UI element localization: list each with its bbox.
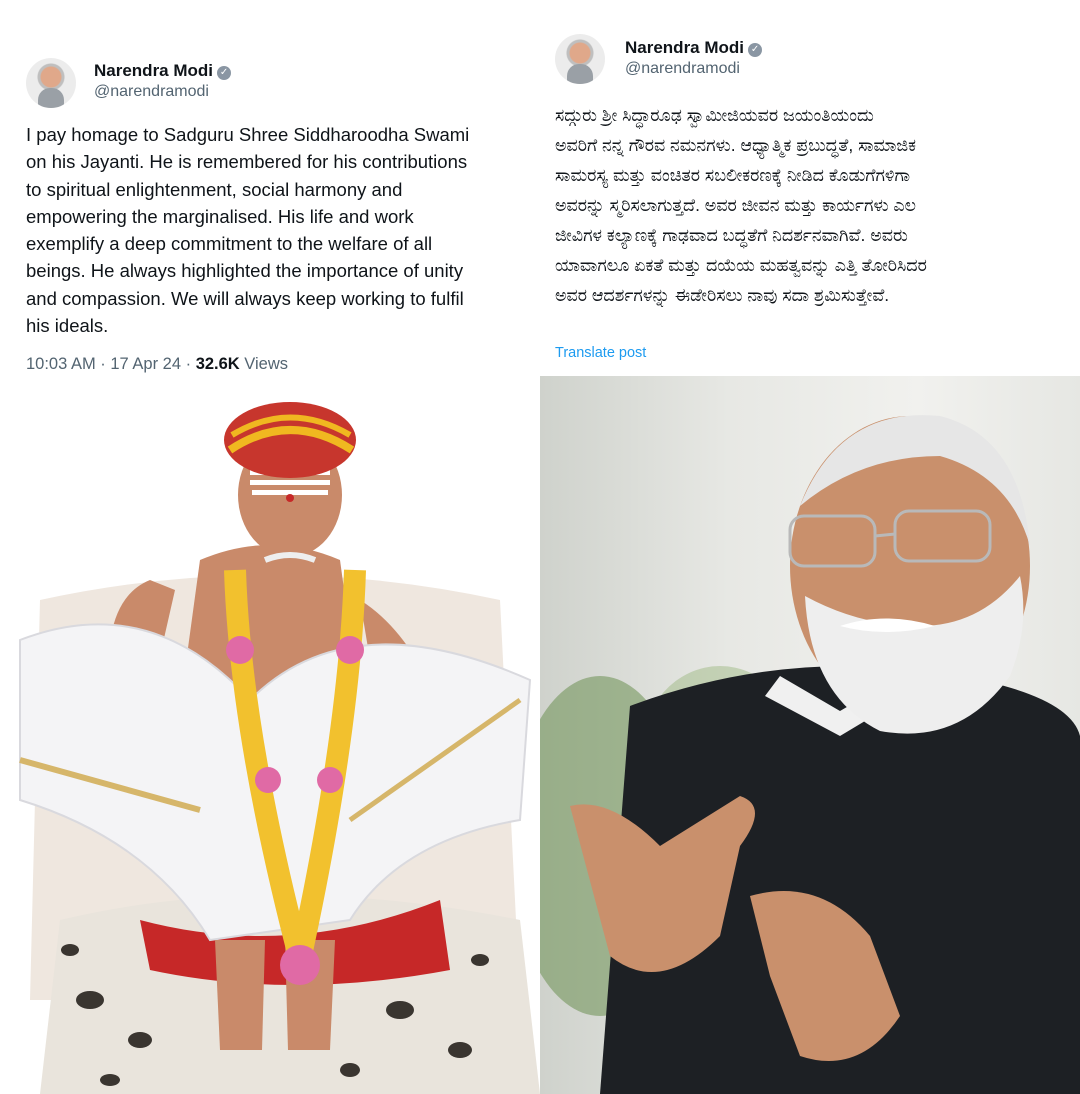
verified-badge-icon: ✓ (217, 66, 232, 80)
views-label: Views (239, 355, 289, 373)
verified-badge-icon: ✓ (748, 43, 763, 57)
left-post-card: Narendra Modi ✓ @narendramodi I pay homag… (0, 0, 540, 400)
right-post-card: Narendra Modi ✓ @narendramodi ಸದ್ಗುರು ಶ್ರ… (540, 0, 1080, 376)
translate-post-link[interactable]: Translate post (555, 345, 646, 361)
swami-illustration-svg (19, 402, 540, 1094)
post-timestamp[interactable]: 10:03 AM · 17 Apr 24 · (26, 355, 196, 373)
author-name[interactable]: Narendra Modi ✓ (94, 61, 232, 81)
author-name[interactable]: Narendra Modi ✓ (625, 38, 763, 58)
author-handle[interactable]: @narendramodi (94, 83, 209, 101)
modi-photo[interactable] (540, 376, 1080, 1094)
post-text: I pay homage to Sadguru Shree Siddharood… (26, 124, 470, 337)
author-handle[interactable]: @narendramodi (625, 60, 740, 78)
author-name-text: Narendra Modi (94, 61, 214, 80)
modi-photo-svg (540, 415, 1080, 1094)
author-avatar[interactable] (555, 34, 605, 84)
post-meta: 10:03 AM · 17 Apr 24 · 32.6K Views (26, 355, 288, 374)
post-text: ಸದ್ಗುರು ಶ್ರೀ ಸಿದ್ಧಾರೂಢ ಸ್ವಾಮೀಜಿಯವರ ಜಯಂತಿ… (555, 105, 927, 305)
author-avatar[interactable] (26, 58, 76, 108)
views-count: 32.6K (195, 355, 240, 373)
swami-illustration[interactable] (0, 400, 540, 1094)
author-name-text: Narendra Modi (625, 38, 745, 57)
